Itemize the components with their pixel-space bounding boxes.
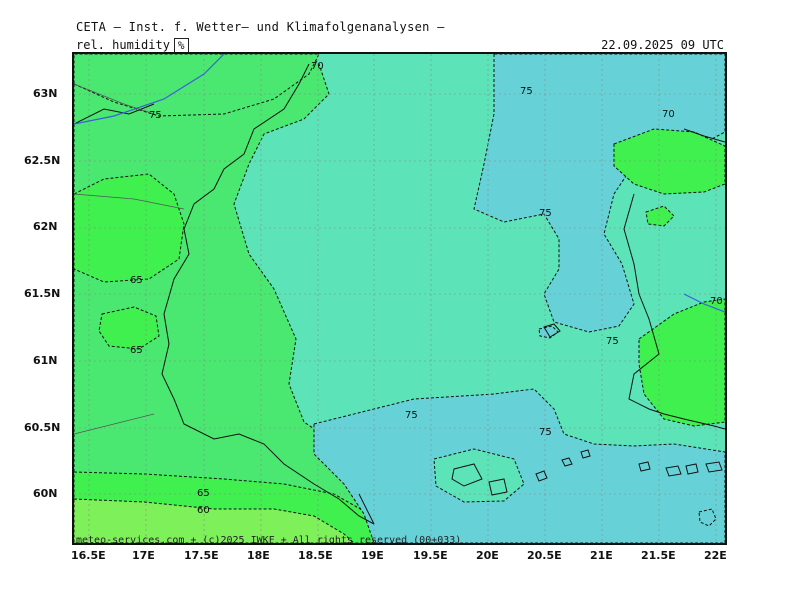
lon-tick-label: 16.5E <box>71 549 106 562</box>
contour-label: 65 <box>197 488 210 499</box>
contour-label: 75 <box>539 427 552 438</box>
lon-tick-label: 20E <box>476 549 499 562</box>
lon-tick-label: 18E <box>247 549 270 562</box>
lat-tick-label: 62N <box>33 220 58 233</box>
lon-tick-label: 22E <box>704 549 727 562</box>
unit-box: % <box>173 38 189 53</box>
variable-name: rel. humidity <box>76 38 170 52</box>
lat-tick-label: 63N <box>33 87 58 100</box>
contour-label: 70 <box>311 61 324 72</box>
lon-tick-label: 19.5E <box>413 549 448 562</box>
lon-tick-label: 17E <box>132 549 155 562</box>
forecast-datetime: 22.09.2025 09 UTC <box>601 38 724 52</box>
lon-tick-label: 18.5E <box>298 549 333 562</box>
contour-label: 75 <box>149 110 162 121</box>
contour-label: 60 <box>197 505 210 516</box>
lat-tick-label: 61N <box>33 354 58 367</box>
copyright-footer: meteo-services.com + (c)2025 IWKF + All … <box>76 535 462 546</box>
contour-label: 70 <box>662 109 675 120</box>
contour-label: 65 <box>130 275 143 286</box>
lon-tick-label: 21E <box>590 549 613 562</box>
lon-tick-label: 19E <box>361 549 384 562</box>
lat-tick-label: 61.5N <box>24 287 61 300</box>
lat-tick-label: 62.5N <box>24 154 61 167</box>
contour-label: 75 <box>520 86 533 97</box>
contour-label: 75 <box>606 336 619 347</box>
contour-label: 75 <box>405 410 418 421</box>
map-title: CETA — Inst. f. Wetter— und Klimafolgena… <box>76 20 445 34</box>
lon-tick-label: 21.5E <box>641 549 676 562</box>
lon-tick-label: 20.5E <box>527 549 562 562</box>
lon-tick-label: 17.5E <box>184 549 219 562</box>
map-canvas: 70 75 75 75 70 65 65 75 75 75 70 65 60 <box>74 54 725 543</box>
lat-tick-label: 60.5N <box>24 421 61 434</box>
humidity-map: 70 75 75 75 70 65 65 75 75 75 70 65 60 <box>72 52 727 545</box>
contour-label: 70 <box>710 296 723 307</box>
variable-label: rel. humidity% <box>76 38 189 53</box>
lat-tick-label: 60N <box>33 487 58 500</box>
contour-label: 75 <box>539 208 552 219</box>
contour-label: 65 <box>130 345 143 356</box>
